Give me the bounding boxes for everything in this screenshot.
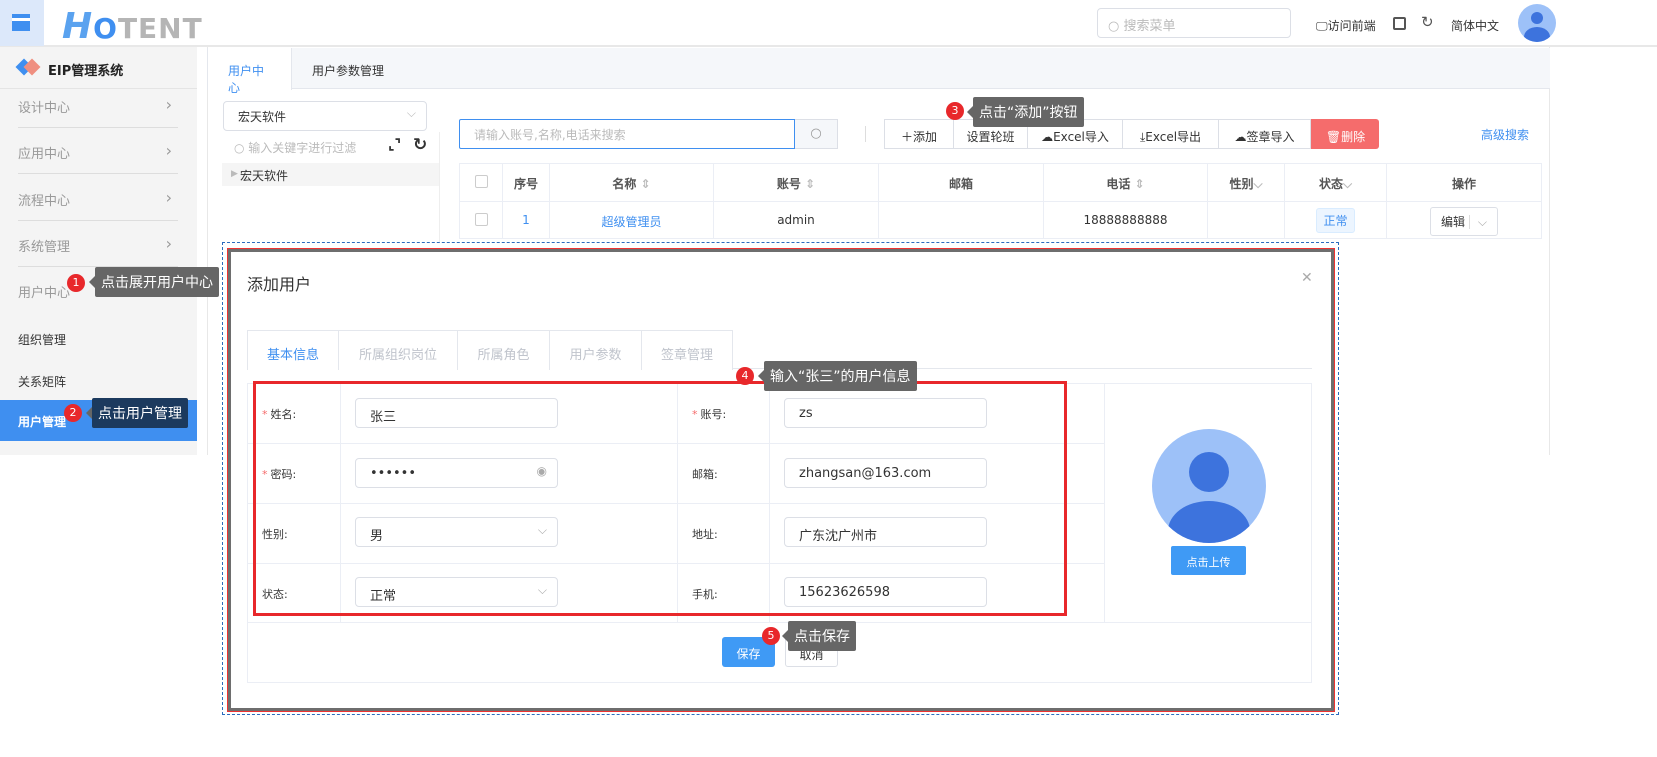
divider — [865, 126, 866, 142]
chevron-right-icon: › — [165, 95, 172, 114]
column-header: 邮箱 — [879, 164, 1044, 201]
language-select[interactable]: 简体中文 — [1451, 17, 1499, 34]
sidebar-item-design[interactable]: 设计中心 › — [18, 82, 178, 128]
delete-button[interactable]: 🗑删除 — [1311, 119, 1379, 149]
step-badge: 5 — [762, 627, 780, 645]
cloud-upload-icon: ☁ — [1234, 130, 1247, 144]
expand-icon[interactable]: ⌞⌝ — [388, 137, 401, 153]
column-header[interactable]: 状态⌵ — [1285, 164, 1387, 201]
caret-right-icon: ▶ — [231, 169, 238, 179]
chevron-right-icon: › — [165, 188, 172, 207]
sidebar-item-matrix[interactable]: 关系矩阵 — [18, 373, 66, 390]
refresh-icon[interactable]: ↻ — [1421, 13, 1434, 31]
chevron-right-icon: › — [165, 234, 172, 253]
annotation-highlight-box — [253, 381, 1067, 616]
filter-chevron-icon: ⌵ — [1253, 177, 1263, 191]
table-cell — [879, 201, 1044, 238]
sort-icon: ⇕ — [805, 177, 816, 191]
close-icon[interactable]: ✕ — [1301, 270, 1313, 286]
advanced-search-link[interactable]: 高级搜索 — [1481, 126, 1529, 143]
annotation-tooltip: 输入“张三”的用户信息 — [758, 361, 917, 391]
user-search-input[interactable]: 请输入账号,名称,电话来搜索 — [459, 119, 795, 149]
column-header[interactable]: 性别⌵ — [1208, 164, 1285, 201]
step-badge: 3 — [946, 102, 964, 120]
status-badge: 正常 — [1285, 201, 1387, 238]
upload-button[interactable]: 点击上传 — [1171, 546, 1246, 575]
fullscreen-icon[interactable] — [1393, 17, 1406, 30]
table-cell: 18888888888 — [1044, 201, 1208, 238]
tab-user-params[interactable]: 用户参数 — [549, 330, 642, 370]
excel-export-button[interactable]: ⤓Excel导出 — [1122, 119, 1218, 149]
annotation-tooltip: 点击用户管理 — [86, 398, 188, 428]
user-avatar[interactable] — [1518, 4, 1556, 42]
search-button[interactable]: ○ — [795, 119, 838, 149]
annotation-tooltip: 点击展开用户中心 — [89, 267, 219, 297]
column-header[interactable]: 账号 ⇕ — [714, 164, 879, 201]
table-cell: 1 — [503, 201, 550, 238]
chevron-right-icon: › — [165, 141, 172, 160]
step-badge: 2 — [64, 404, 82, 422]
tree-filter-input[interactable]: ○ 输入关键字进行过滤 — [234, 139, 356, 156]
dialog-title: 添加用户 — [247, 275, 312, 294]
menu-search-input[interactable]: ○ 搜索菜单 — [1097, 8, 1291, 38]
sidebar-item-flow[interactable]: 流程中心 › — [18, 175, 178, 221]
tab-roles[interactable]: 所属角色 — [457, 330, 550, 370]
chevron-down-icon: ⌵ — [406, 106, 416, 120]
avatar-placeholder — [1152, 429, 1266, 543]
monitor-icon: 🖵 — [1316, 19, 1328, 33]
tab-user-center[interactable]: 用户中心 — [207, 48, 292, 95]
logo: HOTENT — [62, 6, 203, 47]
visit-front-link[interactable]: 🖵访问前端 — [1316, 17, 1376, 34]
step-badge: 1 — [67, 274, 85, 292]
edit-button[interactable]: 编辑 ⌵ — [1387, 201, 1541, 238]
sort-icon: ⇕ — [640, 177, 651, 191]
chevron-down-icon: ⌵ — [1468, 215, 1487, 229]
tab-org-post[interactable]: 所属组织岗位 — [338, 330, 458, 370]
tab-seal[interactable]: 签章管理 — [641, 330, 733, 370]
select-all-checkbox[interactable] — [460, 164, 503, 201]
refresh-icon[interactable]: ↻ — [413, 135, 427, 155]
sidebar: EIP管理系统 设计中心 › 应用中心 › 流程中心 › 系统管理 › 用户中心 组织管… — [0, 47, 197, 455]
cloud-upload-icon: ☁ — [1041, 130, 1054, 144]
step-badge: 4 — [736, 367, 754, 385]
filter-chevron-icon: ⌵ — [1342, 177, 1353, 191]
trash-icon: 🗑 — [1325, 130, 1342, 144]
tab-basic-info[interactable]: 基本信息 — [247, 330, 339, 370]
column-header: 序号 — [503, 164, 550, 201]
search-icon: ○ — [1108, 19, 1124, 34]
plus-icon: ＋ — [900, 130, 913, 144]
search-icon: ○ — [810, 126, 822, 141]
add-button[interactable]: ＋添加 — [884, 119, 953, 149]
search-icon: ○ — [234, 141, 249, 155]
user-table: 序号 名称 ⇕ 账号 ⇕ 邮箱 电话 ⇕ 性别⌵ 状态⌵ 操作 1 超级管理员 … — [459, 163, 1542, 239]
sort-icon: ⇕ — [1134, 177, 1145, 191]
user-name-link[interactable]: 超级管理员 — [550, 201, 714, 238]
org-select[interactable]: 宏天软件 ⌵ — [223, 101, 427, 131]
annotation-tooltip: 点击“添加”按钮 — [967, 97, 1084, 127]
sidebar-item-org[interactable]: 组织管理 — [18, 331, 66, 348]
table-cell: admin — [714, 201, 879, 238]
sidebar-item-system[interactable]: 系统管理 › — [18, 221, 178, 267]
table-cell — [1208, 201, 1285, 238]
seal-import-button[interactable]: ☁签章导入 — [1218, 119, 1311, 149]
sidebar-item-app[interactable]: 应用中心 › — [18, 128, 178, 174]
tab-user-params[interactable]: 用户参数管理 — [292, 48, 404, 89]
column-header[interactable]: 名称 ⇕ — [550, 164, 714, 201]
row-checkbox[interactable] — [460, 201, 503, 238]
tab-bar: 用户中心 用户参数管理 — [207, 48, 1550, 95]
annotation-tooltip: 点击保存 — [782, 621, 856, 651]
column-header: 操作 — [1451, 177, 1476, 191]
menu-toggle-button[interactable] — [0, 0, 44, 46]
column-header[interactable]: 电话 ⇕ — [1044, 164, 1208, 201]
menu-icon — [12, 14, 30, 31]
top-header — [0, 0, 1657, 47]
tree-node[interactable]: ▶ 宏天软件 — [222, 163, 439, 186]
